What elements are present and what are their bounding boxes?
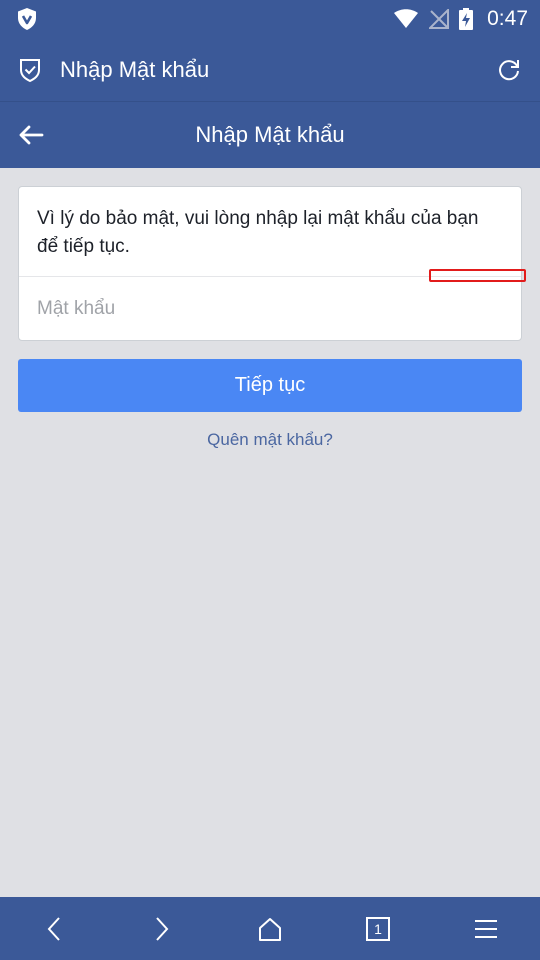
chevron-right-icon	[154, 916, 170, 942]
bottom-nav: 1	[0, 897, 540, 960]
browser-title: Nhập Mật khẩu	[60, 56, 210, 82]
no-signal-icon	[429, 9, 450, 29]
page-header: Nhập Mật khẩu	[0, 102, 540, 168]
browser-toolbar: Nhập Mật khẩu	[0, 38, 540, 102]
forgot-password-link[interactable]: Quên mật khẩu?	[0, 430, 540, 450]
nav-back-button[interactable]	[24, 897, 84, 960]
nav-home-button[interactable]	[240, 897, 300, 960]
nav-menu-button[interactable]	[456, 897, 516, 960]
continue-button[interactable]: Tiếp tục	[18, 359, 522, 412]
status-time: 0:47	[487, 7, 528, 30]
battery-charging-icon	[459, 8, 474, 30]
security-message: Vì lý do bảo mật, vui lòng nhập lại mật …	[19, 187, 521, 277]
highlight-marker	[429, 269, 526, 282]
nav-tabs-button[interactable]: 1	[348, 897, 408, 960]
wifi-icon	[393, 9, 419, 29]
tab-count: 1	[374, 920, 382, 937]
page-title: Nhập Mật khẩu	[195, 122, 345, 147]
chevron-left-icon	[46, 916, 62, 942]
nav-forward-button[interactable]	[132, 897, 192, 960]
shield-check-icon[interactable]	[18, 57, 42, 83]
tabs-icon: 1	[366, 916, 390, 941]
status-bar: 0:47	[0, 0, 540, 38]
password-card: Vì lý do bảo mật, vui lòng nhập lại mật …	[18, 186, 522, 341]
app-shield-icon	[16, 7, 38, 31]
refresh-icon[interactable]	[496, 57, 522, 83]
back-arrow-icon	[18, 124, 44, 146]
back-button[interactable]	[16, 120, 46, 150]
menu-icon	[474, 918, 498, 940]
home-icon	[257, 916, 283, 942]
password-input[interactable]	[19, 277, 521, 340]
